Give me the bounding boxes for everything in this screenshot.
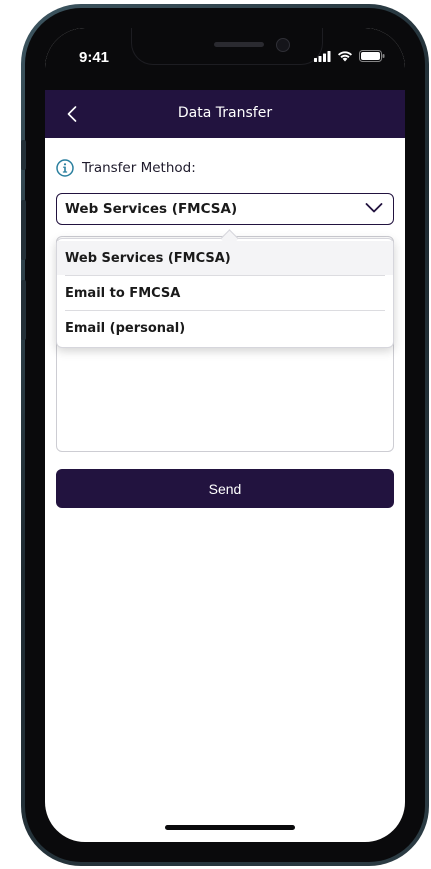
wifi-icon [338,51,352,62]
volume-up-button [21,200,26,260]
speaker-grille [214,42,264,47]
dropdown-option-email-personal[interactable]: Email (personal) [57,311,393,345]
front-camera [276,38,290,52]
phone-bezel: 9:41 Data Transfer Transfer Method: Web … [25,8,425,862]
dropdown-option-web-services[interactable]: Web Services (FMCSA) [57,241,393,275]
volume-down-button [21,280,26,340]
send-button[interactable]: Send [56,469,394,508]
transfer-method-selected-value: Web Services (FMCSA) [65,201,238,217]
dropdown-option-email-fmcsa[interactable]: Email to FMCSA [57,276,393,310]
transfer-method-select[interactable]: Web Services (FMCSA) [56,193,394,225]
phone-frame: 9:41 Data Transfer Transfer Method: Web … [21,4,429,866]
page-title: Data Transfer [177,105,273,121]
status-time: 9:41 [79,49,110,66]
info-icon[interactable] [56,159,74,177]
transfer-method-dropdown: Web Services (FMCSA) Email to FMCSA Emai… [56,229,394,348]
battery-icon [359,50,385,62]
home-indicator[interactable] [165,825,295,830]
cellular-signal-icon [314,51,331,62]
transfer-method-label-row: Transfer Method: [56,159,196,177]
transfer-method-label: Transfer Method: [82,160,196,176]
status-bar: 9:41 [45,28,405,90]
chevron-down-icon [365,203,383,213]
notch [131,28,323,65]
silent-switch [21,140,26,170]
navigation-bar: Data Transfer [45,90,405,138]
app-screen: 9:41 Data Transfer Transfer Method: Web … [45,28,405,842]
status-icons [314,50,385,62]
